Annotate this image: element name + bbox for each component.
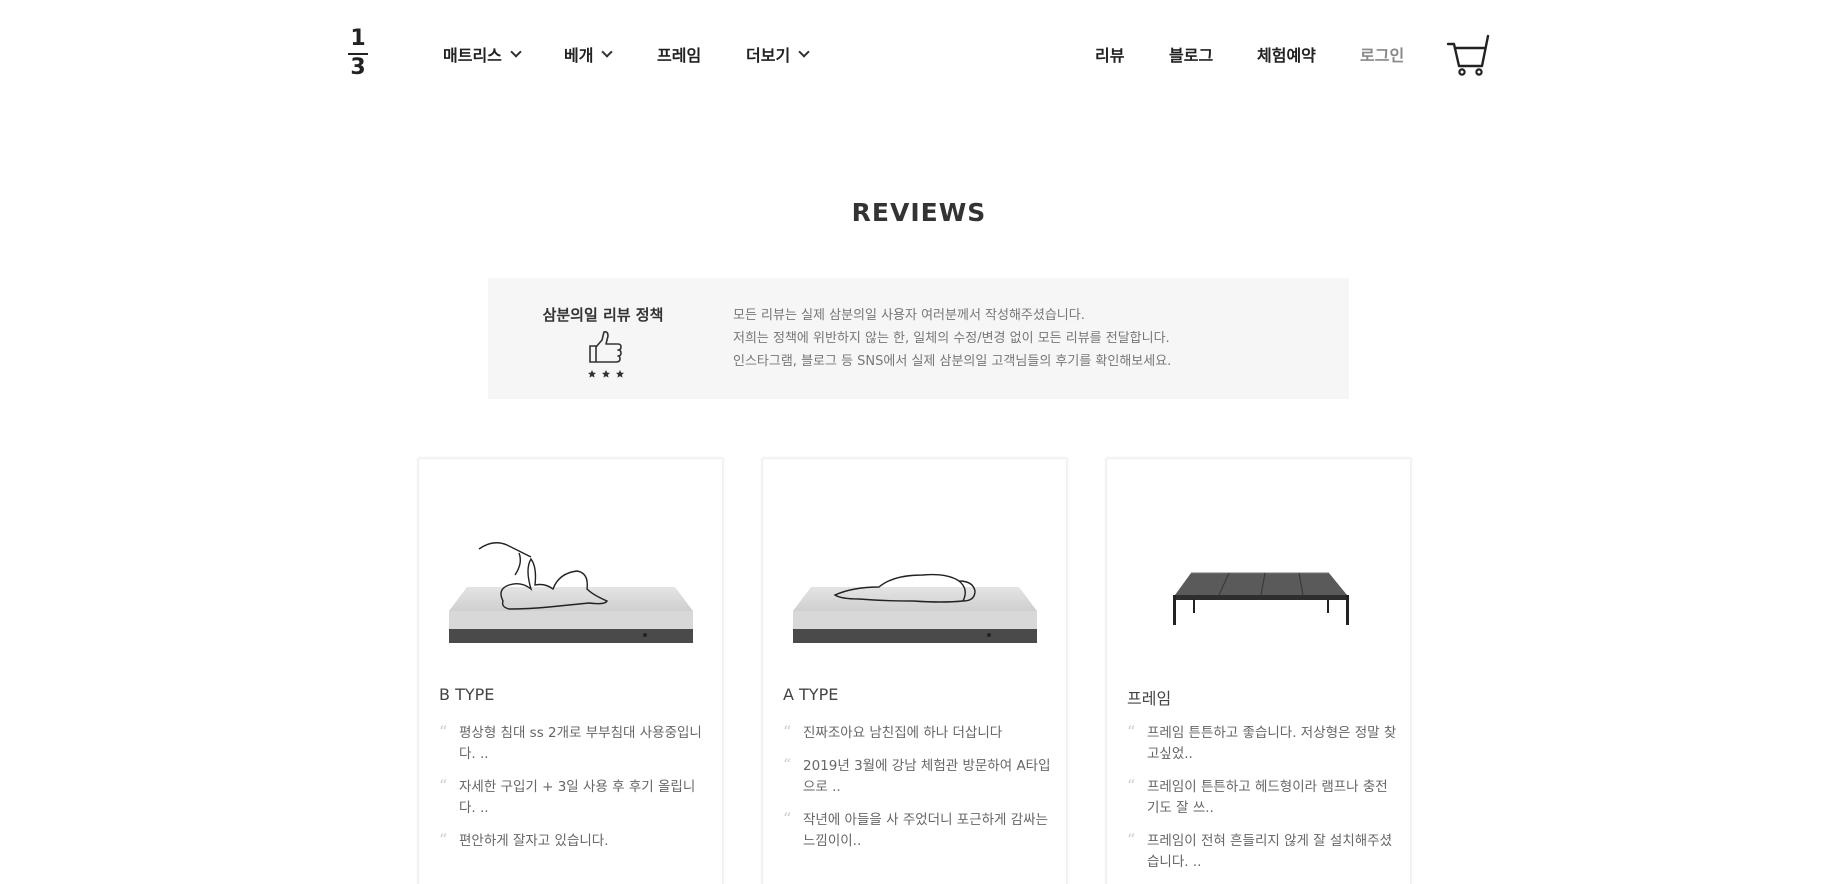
quote-icon: “	[783, 755, 792, 774]
review-item[interactable]: “ 프레임이 전혀 흔들리지 않게 잘 설치해주셨습니다. ..	[1127, 830, 1397, 873]
site-header: 1 3 매트리스 베개 프레임 더보기 리뷰 블로그 체험예약 로그인	[0, 0, 1838, 110]
nav-item-label: 더보기	[746, 46, 791, 65]
review-item[interactable]: “ 작년에 아들을 사 주었더니 포근하게 감싸는 느낌이이..	[783, 809, 1053, 852]
quote-icon: “	[1127, 830, 1136, 849]
shopping-cart-icon	[1446, 34, 1490, 76]
review-item[interactable]: “ 프레임 튼튼하고 좋습니다. 저상형은 정말 찾고싶었..	[1127, 722, 1397, 765]
review-policy-box: 삼분의일 리뷰 정책 모든 리뷰는 실제 삼분의일 사용자 여러분께서 작성해주…	[488, 278, 1349, 399]
page-title: REVIEWS	[851, 198, 987, 227]
nav-item-label: 블로그	[1169, 46, 1214, 65]
nav-item-label: 로그인	[1360, 46, 1405, 65]
cart-button[interactable]	[1446, 34, 1490, 78]
chevron-down-icon	[798, 45, 810, 58]
review-text: 프레임이 튼튼하고 헤드형이라 램프나 충전기도 잘 쓰..	[1147, 779, 1388, 816]
review-text: 프레임이 전혀 흔들리지 않게 잘 설치해주셨습니다. ..	[1147, 833, 1393, 870]
nav-item-pillow[interactable]: 베개	[564, 42, 614, 66]
review-text: 편안하게 잘자고 있습니다.	[459, 833, 609, 849]
review-item[interactable]: “ 프레임이 튼튼하고 헤드형이라 램프나 충전기도 잘 쓰..	[1127, 776, 1397, 819]
review-item[interactable]: “ 자세한 구입기 + 3일 사용 후 후기 올립니다. ..	[439, 776, 709, 819]
review-list: “ 프레임 튼튼하고 좋습니다. 저상형은 정말 찾고싶었.. “ 프레임이 튼튼하…	[1127, 722, 1397, 884]
review-list: “ 진짜조아요 남친집에 하나 더삽니다 “ 2019년 3월에 강남 체험관 방문…	[783, 722, 1053, 864]
policy-description: 모든 리뷰는 실제 삼분의일 사용자 여러분께서 작성해주셨습니다. 저희는 정…	[733, 304, 1171, 373]
mattress-person-lying-image	[419, 489, 722, 659]
nav-item-experience-booking[interactable]: 체험예약	[1257, 42, 1316, 66]
review-text: 진짜조아요 남친집에 하나 더삽니다	[803, 725, 1003, 741]
mattress-person-sleeping-image	[763, 489, 1066, 659]
nav-item-login[interactable]: 로그인	[1360, 42, 1404, 66]
review-card-b-type[interactable]: B TYPE “ 평상형 침대 ss 2개로 부부침대 사용중입니다. .. “ 자…	[418, 458, 723, 884]
nav-item-frame[interactable]: 프레임	[657, 42, 701, 66]
nav-item-mattress[interactable]: 매트리스	[443, 42, 522, 66]
quote-icon: “	[1127, 776, 1136, 795]
review-text: 평상형 침대 ss 2개로 부부침대 사용중입니다. ..	[459, 725, 702, 762]
card-title: A TYPE	[783, 685, 839, 704]
nav-item-label: 리뷰	[1095, 46, 1125, 65]
policy-line: 저희는 정책에 위반하지 않는 한, 일체의 수정/변경 없이 모든 리뷰를 전…	[733, 331, 1170, 346]
review-item[interactable]: “ 2019년 3월에 강남 체험관 방문하여 A타입으로 ..	[783, 755, 1053, 798]
quote-icon: “	[783, 809, 792, 828]
nav-item-label: 매트리스	[443, 46, 502, 65]
quote-icon: “	[783, 722, 792, 741]
chevron-down-icon	[510, 45, 522, 58]
review-card-a-type[interactable]: A TYPE “ 진짜조아요 남친집에 하나 더삽니다 “ 2019년 3월에 강남…	[762, 458, 1067, 884]
review-text: 자세한 구입기 + 3일 사용 후 후기 올립니다. ..	[459, 779, 696, 816]
review-text: 프레임 튼튼하고 좋습니다. 저상형은 정말 찾고싶었..	[1147, 725, 1397, 762]
card-title: 프레임	[1127, 689, 1172, 708]
chevron-down-icon	[601, 45, 614, 58]
main-nav: 매트리스 베개 프레임 더보기 리뷰 블로그 체험예약 로그인	[0, 42, 1838, 66]
policy-line: 모든 리뷰는 실제 삼분의일 사용자 여러분께서 작성해주셨습니다.	[733, 308, 1085, 323]
review-list: “ 평상형 침대 ss 2개로 부부침대 사용중입니다. .. “ 자세한 구입기 …	[439, 722, 709, 864]
thumbs-up-icon	[584, 328, 628, 378]
policy-title: 삼분의일 리뷰 정책	[542, 306, 664, 324]
card-title: B TYPE	[439, 685, 495, 704]
review-item[interactable]: “ 편안하게 잘자고 있습니다.	[439, 830, 709, 852]
nav-item-blog[interactable]: 블로그	[1169, 42, 1213, 66]
nav-item-label: 프레임	[657, 46, 702, 65]
nav-item-reviews[interactable]: 리뷰	[1095, 42, 1124, 66]
review-item[interactable]: “ 평상형 침대 ss 2개로 부부침대 사용중입니다. ..	[439, 722, 709, 765]
nav-item-label: 체험예약	[1257, 46, 1316, 65]
quote-icon: “	[439, 830, 448, 849]
quote-icon: “	[1127, 722, 1136, 741]
policy-line: 인스타그램, 블로그 등 SNS에서 실제 삼분의일 고객님들의 후기를 확인해…	[733, 354, 1172, 369]
quote-icon: “	[439, 722, 448, 741]
nav-item-label: 베개	[564, 46, 594, 65]
review-text: 2019년 3월에 강남 체험관 방문하여 A타입으로 ..	[803, 758, 1051, 795]
bed-frame-image	[1107, 489, 1410, 659]
review-text: 작년에 아들을 사 주었더니 포근하게 감싸는 느낌이이..	[803, 812, 1049, 849]
review-item[interactable]: “ 진짜조아요 남친집에 하나 더삽니다	[783, 722, 1053, 744]
review-card-frame[interactable]: 프레임 “ 프레임 튼튼하고 좋습니다. 저상형은 정말 찾고싶었.. “ 프레임이…	[1106, 458, 1411, 884]
quote-icon: “	[439, 776, 448, 795]
nav-item-more[interactable]: 더보기	[746, 42, 810, 66]
